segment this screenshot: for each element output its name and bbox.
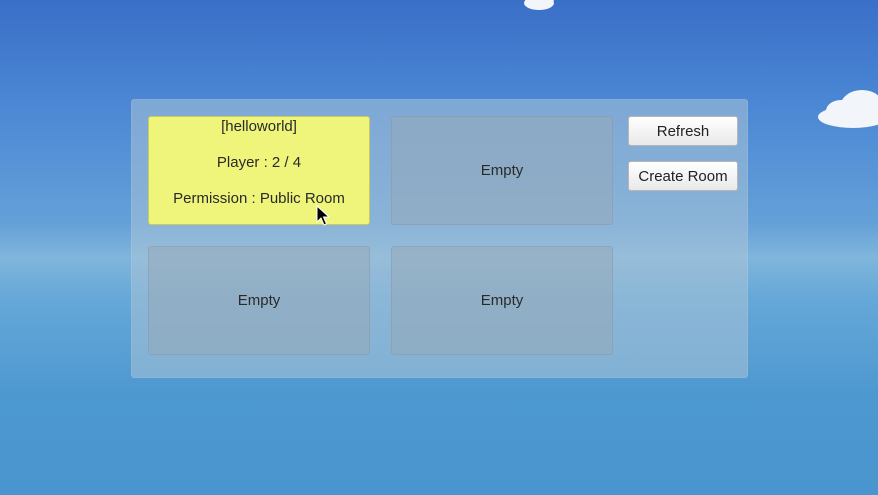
- create-room-button-label: Create Room: [638, 167, 728, 185]
- room-slot-empty[interactable]: Empty: [391, 246, 613, 355]
- room-slot-label: Empty: [480, 292, 524, 309]
- refresh-button[interactable]: Refresh: [628, 116, 738, 146]
- room-slot-label: Empty: [480, 162, 524, 179]
- refresh-button-label: Refresh: [656, 122, 710, 140]
- room-player-count: Player : 2 / 4: [216, 154, 302, 171]
- room-slot-empty[interactable]: Empty: [148, 246, 370, 355]
- room-name: [helloworld]: [221, 118, 297, 135]
- mouse-pointer-icon: [316, 205, 330, 226]
- room-slot-empty[interactable]: Empty: [391, 116, 613, 225]
- game-scene: [helloworld] Player : 2 / 4 Permission :…: [0, 0, 878, 495]
- room-slot-helloworld[interactable]: [helloworld] Player : 2 / 4 Permission :…: [148, 116, 370, 225]
- room-slot-label: Empty: [237, 292, 281, 309]
- create-room-button[interactable]: Create Room: [628, 161, 738, 191]
